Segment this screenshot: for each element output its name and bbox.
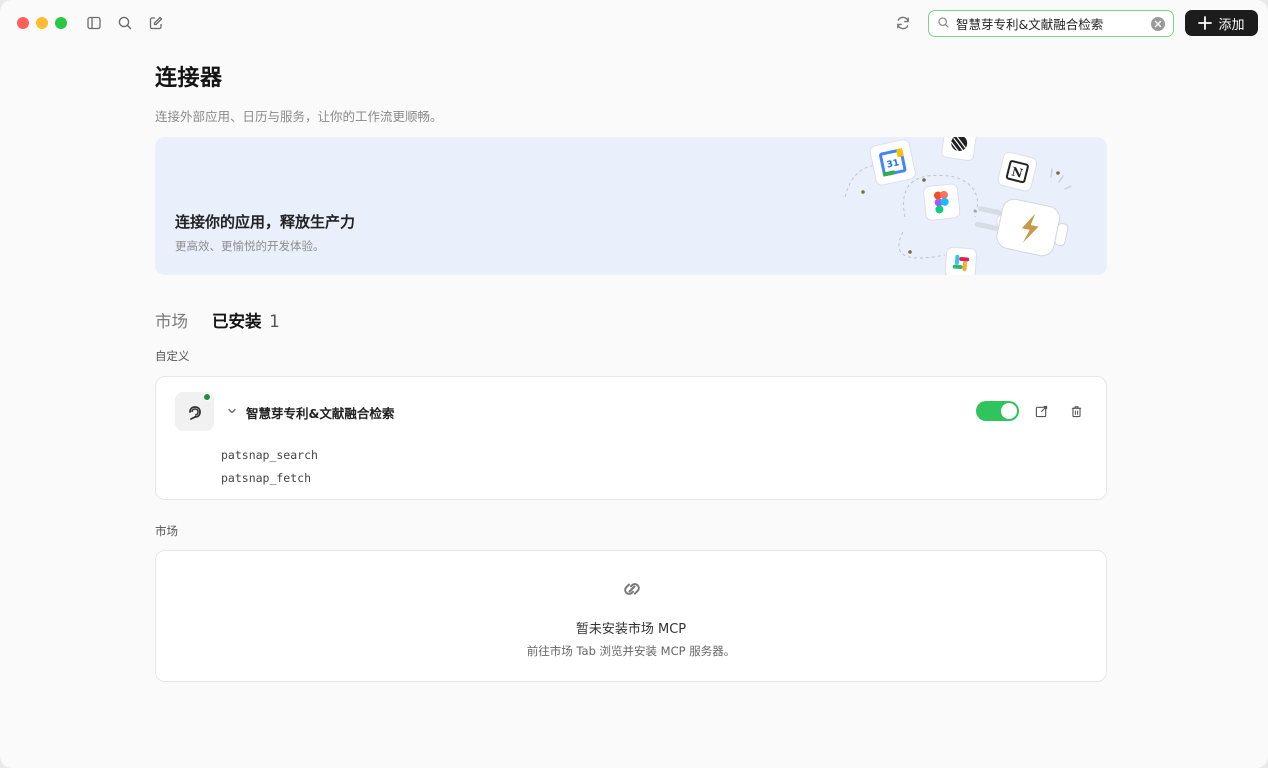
calendar-app-icon: 31 <box>869 139 916 186</box>
tab-installed-count: 1 <box>269 312 280 331</box>
linear-app-icon <box>941 137 977 162</box>
market-empty-card: 暂未安装市场 MCP 前往市场 Tab 浏览并安装 MCP 服务器。 <box>155 550 1107 682</box>
chevron-down-icon[interactable] <box>226 405 238 417</box>
trash-icon[interactable] <box>1068 403 1084 419</box>
tool-name: patsnap_search <box>221 448 318 462</box>
search-field-icon <box>937 14 950 33</box>
zoom-window-button[interactable] <box>55 17 67 29</box>
banner-title: 连接你的应用，释放生产力 <box>175 213 356 231</box>
edit-icon[interactable] <box>1033 403 1049 419</box>
page-subtitle: 连接外部应用、日历与服务，让你的工作流更顺畅。 <box>155 109 443 124</box>
empty-state-title: 暂未安装市场 MCP <box>575 622 687 637</box>
app-window: 添加 连接器 连接外部应用、日历与服务，让你的工作流更顺畅。 连接你的应用，释放… <box>0 0 1268 768</box>
tab-bar: 市场 已安装 1 <box>155 308 280 332</box>
compose-icon[interactable] <box>146 13 166 33</box>
sidebar-toggle-icon[interactable] <box>84 13 104 33</box>
link-icon <box>618 575 646 603</box>
market-section-label: 市场 <box>155 524 178 538</box>
slack-app-icon <box>944 246 978 275</box>
add-button-label: 添加 <box>1218 17 1245 33</box>
banner-subtitle: 更高效、更愉悦的开发体验。 <box>175 239 325 253</box>
empty-state-subtitle: 前往市场 Tab 浏览并安装 MCP 服务器。 <box>526 644 736 658</box>
tab-market[interactable]: 市场 <box>155 308 188 332</box>
tool-name: patsnap_fetch <box>221 471 312 485</box>
promo-banner: 连接你的应用，释放生产力 更高效、更愉悦的开发体验。 31 N <box>155 137 1107 275</box>
connector-search-field[interactable] <box>928 10 1174 37</box>
custom-section-label: 自定义 <box>155 349 190 363</box>
connector-name: 智慧芽专利&文献融合检索 <box>246 406 395 421</box>
refresh-icon[interactable] <box>892 12 914 34</box>
tab-installed[interactable]: 已安装 1 <box>212 308 280 332</box>
main-content: 连接器 连接外部应用、日历与服务，让你的工作流更顺畅。 连接你的应用，释放生产力… <box>155 60 1107 682</box>
connector-card: 智慧芽专利&文献融合检索 patsnap_search patsnap_fetc… <box>155 376 1107 500</box>
banner-illustration: 31 N <box>825 137 1107 275</box>
plug-icon <box>974 198 1069 257</box>
connected-status-dot <box>203 393 211 401</box>
page-title: 连接器 <box>155 66 223 91</box>
search-icon[interactable] <box>115 13 135 33</box>
tab-market-label: 市场 <box>155 312 188 331</box>
tab-installed-label: 已安装 <box>212 312 262 331</box>
plus-icon <box>1198 16 1213 30</box>
clear-search-icon[interactable] <box>1151 16 1165 31</box>
notion-app-icon: N <box>997 151 1038 192</box>
toggle-knob <box>1001 403 1017 419</box>
connector-search-input[interactable] <box>956 16 1151 31</box>
title-bar: 添加 <box>0 0 1268 46</box>
connector-enable-toggle[interactable] <box>976 401 1019 421</box>
close-window-button[interactable] <box>17 17 29 29</box>
add-connector-button[interactable]: 添加 <box>1185 10 1258 36</box>
figma-app-icon <box>923 183 961 221</box>
minimize-window-button[interactable] <box>36 17 48 29</box>
